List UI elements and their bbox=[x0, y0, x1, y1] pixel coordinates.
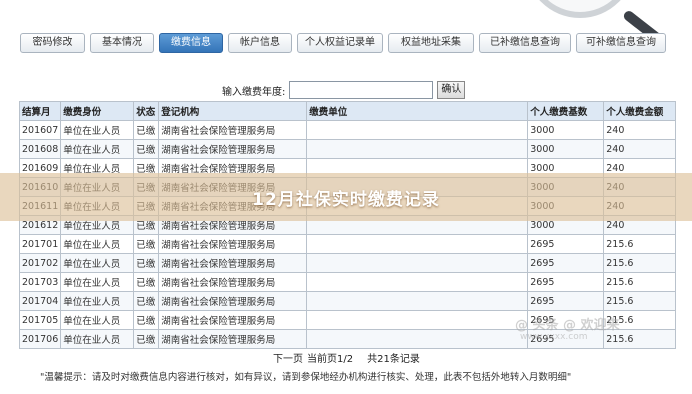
year-filter: 输入缴费年度: 确认 bbox=[222, 81, 466, 99]
cell-amount: 215.6 bbox=[603, 253, 677, 273]
page-info: 当前页1/2 bbox=[307, 354, 354, 365]
cell-base: 2695 bbox=[527, 291, 605, 311]
cell-settle-month: 201705 bbox=[18, 310, 62, 330]
tab-rights-record[interactable]: 个人权益记录单 bbox=[297, 33, 383, 53]
cell-settle-month: 201608 bbox=[18, 139, 62, 159]
table-header-row: 结算月 缴费身份 状态 登记机构 缴费单位 个人缴费基数 个人缴费金额 bbox=[18, 101, 677, 121]
notice-text: "温馨提示：请及时对缴费信息内容进行核对，如有异议，请到参保地经办机构进行核实、… bbox=[40, 372, 572, 383]
col-header-agency: 登记机构 bbox=[158, 101, 308, 121]
cell-amount: 215.6 bbox=[603, 234, 677, 254]
tab-payable-supplement-query[interactable]: 可补缴信息查询 bbox=[576, 33, 666, 53]
watermark: @ 头条 @ 欢迎来 bbox=[515, 318, 620, 333]
pagination: 下一页 当前页1/2 共21条记录 bbox=[273, 350, 420, 365]
cell-agency: 湖南省社会保险管理服务局 bbox=[158, 310, 308, 330]
tab-basic-info[interactable]: 基本情况 bbox=[90, 33, 154, 53]
table-row: 201704 单位在业人员 已缴 湖南省社会保险管理服务局 2695 215.6 bbox=[18, 291, 677, 311]
year-input[interactable] bbox=[289, 81, 434, 99]
cell-identity: 单位在业人员 bbox=[60, 291, 135, 311]
table-row: 201608 单位在业人员 已缴 湖南省社会保险管理服务局 3000 240 bbox=[18, 139, 677, 159]
col-header-identity: 缴费身份 bbox=[60, 101, 135, 121]
col-header-status: 状态 bbox=[133, 101, 160, 121]
tab-bar: 密码修改 基本情况 缴费信息 帐户信息 个人权益记录单 权益地址采集 已补缴信息… bbox=[20, 33, 666, 53]
watermark-url: www.xxxx.com bbox=[520, 332, 588, 342]
cell-status: 已缴 bbox=[133, 329, 160, 349]
cell-agency: 湖南省社会保险管理服务局 bbox=[158, 272, 308, 292]
tab-paid-supplement-query[interactable]: 已补缴信息查询 bbox=[479, 33, 571, 53]
col-header-amount: 个人缴费金额 bbox=[603, 101, 677, 121]
cell-employer bbox=[306, 253, 529, 273]
cell-agency: 湖南省社会保险管理服务局 bbox=[158, 234, 308, 254]
cell-status: 已缴 bbox=[133, 234, 160, 254]
payment-table: 结算月 缴费身份 状态 登记机构 缴费单位 个人缴费基数 个人缴费金额 2016… bbox=[18, 101, 677, 349]
tab-payment-info[interactable]: 缴费信息 bbox=[159, 33, 223, 53]
cell-identity: 单位在业人员 bbox=[60, 139, 135, 159]
tab-address-collection[interactable]: 权益地址采集 bbox=[388, 33, 474, 53]
cell-base: 2695 bbox=[527, 234, 605, 254]
cell-identity: 单位在业人员 bbox=[60, 310, 135, 330]
cell-amount: 215.6 bbox=[603, 291, 677, 311]
cell-settle-month: 201704 bbox=[18, 291, 62, 311]
cell-employer bbox=[306, 310, 529, 330]
tab-account-info[interactable]: 帐户信息 bbox=[228, 33, 292, 53]
year-filter-label: 输入缴费年度: bbox=[222, 86, 286, 98]
cell-amount: 240 bbox=[603, 120, 677, 140]
cell-employer bbox=[306, 234, 529, 254]
cell-settle-month: 201607 bbox=[18, 120, 62, 140]
cell-identity: 单位在业人员 bbox=[60, 120, 135, 140]
cell-identity: 单位在业人员 bbox=[60, 329, 135, 349]
cell-amount: 240 bbox=[603, 139, 677, 159]
total-records: 共21条记录 bbox=[367, 354, 420, 365]
cell-employer bbox=[306, 291, 529, 311]
cell-identity: 单位在业人员 bbox=[60, 234, 135, 254]
cell-agency: 湖南省社会保险管理服务局 bbox=[158, 253, 308, 273]
cell-agency: 湖南省社会保险管理服务局 bbox=[158, 291, 308, 311]
cell-settle-month: 201701 bbox=[18, 234, 62, 254]
cell-agency: 湖南省社会保险管理服务局 bbox=[158, 329, 308, 349]
cell-status: 已缴 bbox=[133, 253, 160, 273]
table-row: 201702 单位在业人员 已缴 湖南省社会保险管理服务局 2695 215.6 bbox=[18, 253, 677, 273]
cell-employer bbox=[306, 329, 529, 349]
cell-base: 2695 bbox=[527, 253, 605, 273]
cell-status: 已缴 bbox=[133, 272, 160, 292]
cell-amount: 215.6 bbox=[603, 272, 677, 292]
cell-settle-month: 201703 bbox=[18, 272, 62, 292]
cell-agency: 湖南省社会保险管理服务局 bbox=[158, 120, 308, 140]
tab-password-change[interactable]: 密码修改 bbox=[20, 33, 85, 53]
cell-employer bbox=[306, 272, 529, 292]
cell-identity: 单位在业人员 bbox=[60, 253, 135, 273]
cell-status: 已缴 bbox=[133, 120, 160, 140]
table-row: 201703 单位在业人员 已缴 湖南省社会保险管理服务局 2695 215.6 bbox=[18, 272, 677, 292]
cell-status: 已缴 bbox=[133, 310, 160, 330]
magnifier-lens bbox=[525, 0, 635, 18]
cell-base: 3000 bbox=[527, 139, 605, 159]
cell-identity: 单位在业人员 bbox=[60, 272, 135, 292]
cell-status: 已缴 bbox=[133, 291, 160, 311]
banner-title: 12月社保实时缴费记录 bbox=[252, 190, 440, 210]
table-row: 201701 单位在业人员 已缴 湖南省社会保险管理服务局 2695 215.6 bbox=[18, 234, 677, 254]
cell-status: 已缴 bbox=[133, 139, 160, 159]
confirm-button[interactable]: 确认 bbox=[437, 81, 466, 99]
cell-settle-month: 201706 bbox=[18, 329, 62, 349]
next-page-link[interactable]: 下一页 bbox=[273, 350, 303, 365]
col-header-settle-month: 结算月 bbox=[18, 101, 62, 121]
magnifier-decoration bbox=[525, 0, 665, 46]
cell-settle-month: 201702 bbox=[18, 253, 62, 273]
col-header-employer: 缴费单位 bbox=[306, 101, 529, 121]
cell-base: 3000 bbox=[527, 120, 605, 140]
table-row: 201607 单位在业人员 已缴 湖南省社会保险管理服务局 3000 240 bbox=[18, 120, 677, 140]
cell-employer bbox=[306, 120, 529, 140]
cell-base: 2695 bbox=[527, 272, 605, 292]
cell-employer bbox=[306, 139, 529, 159]
cell-agency: 湖南省社会保险管理服务局 bbox=[158, 139, 308, 159]
col-header-base: 个人缴费基数 bbox=[527, 101, 605, 121]
